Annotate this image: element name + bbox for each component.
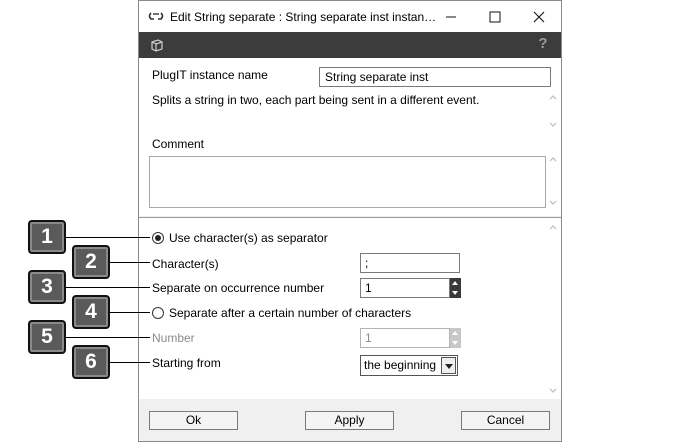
occurrence-input[interactable] (360, 278, 450, 298)
maximize-button[interactable] (473, 1, 517, 32)
stepper-down-icon[interactable] (450, 288, 461, 298)
starting-from-value: the beginning (364, 358, 437, 372)
number-input[interactable] (360, 328, 450, 348)
use-separator-radio[interactable] (152, 232, 164, 244)
title-bar[interactable]: Edit String separate : String separate i… (139, 1, 561, 32)
after-chars-radio[interactable] (152, 307, 164, 319)
stepper-down-icon[interactable] (450, 338, 461, 348)
stepper-up-icon[interactable] (450, 328, 461, 338)
chevron-down-icon[interactable] (441, 357, 456, 374)
callout-badge-5: 5 (28, 320, 66, 354)
callout-connector-5 (66, 337, 150, 338)
occurrence-stepper[interactable] (450, 278, 461, 298)
maximize-icon (489, 11, 501, 22)
instance-name-input[interactable] (319, 67, 551, 87)
minimize-icon (446, 16, 456, 17)
cube-icon[interactable] (149, 37, 165, 53)
number-label: Number (152, 331, 195, 345)
occurrence-label: Separate on occurrence number (152, 281, 325, 295)
starting-from-label: Starting from (152, 356, 221, 370)
characters-label: Character(s) (152, 257, 219, 271)
separator-options-panel: Use character(s) as separator Character(… (139, 217, 561, 399)
stepper-up-icon[interactable] (450, 278, 461, 288)
edit-dialog: Edit String separate : String separate i… (138, 0, 562, 442)
number-stepper[interactable] (450, 328, 461, 348)
description-scrollbar[interactable] (548, 92, 558, 130)
dialog-footer: Ok Apply Cancel (139, 400, 561, 441)
use-separator-option[interactable]: Use character(s) as separator (152, 231, 328, 245)
cancel-button[interactable]: Cancel (461, 411, 550, 430)
ok-button[interactable]: Ok (149, 411, 238, 430)
callout-badge-4: 4 (72, 295, 110, 329)
after-chars-option[interactable]: Separate after a certain number of chara… (152, 306, 411, 320)
characters-input[interactable] (360, 253, 460, 273)
instance-name-label: PlugIT instance name (152, 68, 268, 82)
comment-textarea[interactable] (149, 156, 546, 208)
apply-button[interactable]: Apply (305, 411, 394, 430)
callout-connector-1 (66, 237, 150, 238)
close-button[interactable] (517, 1, 561, 32)
callout-badge-1: 1 (28, 220, 66, 254)
use-separator-label: Use character(s) as separator (169, 231, 328, 245)
toolbar: ? (139, 32, 561, 58)
starting-from-select[interactable]: the beginning (360, 355, 458, 376)
properties-panel: PlugIT instance name Splits a string in … (139, 58, 561, 216)
callout-badge-6: 6 (72, 345, 110, 379)
close-icon (533, 11, 545, 22)
callout-connector-4 (110, 312, 150, 313)
minimize-button[interactable] (429, 1, 473, 32)
help-icon[interactable]: ? (535, 35, 551, 55)
callout-connector-2 (110, 262, 150, 263)
callout-connector-6 (110, 362, 150, 363)
comment-scrollbar[interactable] (548, 154, 558, 208)
window-title: Edit String separate : String separate i… (170, 10, 437, 24)
options-scrollbar[interactable] (548, 222, 558, 396)
callout-connector-3 (66, 287, 150, 288)
callout-badge-2: 2 (72, 245, 110, 279)
description-text: Splits a string in two, each part being … (152, 93, 480, 107)
link-icon (148, 12, 164, 20)
callout-badge-3: 3 (28, 270, 66, 304)
comment-label: Comment (152, 137, 205, 151)
after-chars-label: Separate after a certain number of chara… (169, 306, 412, 320)
